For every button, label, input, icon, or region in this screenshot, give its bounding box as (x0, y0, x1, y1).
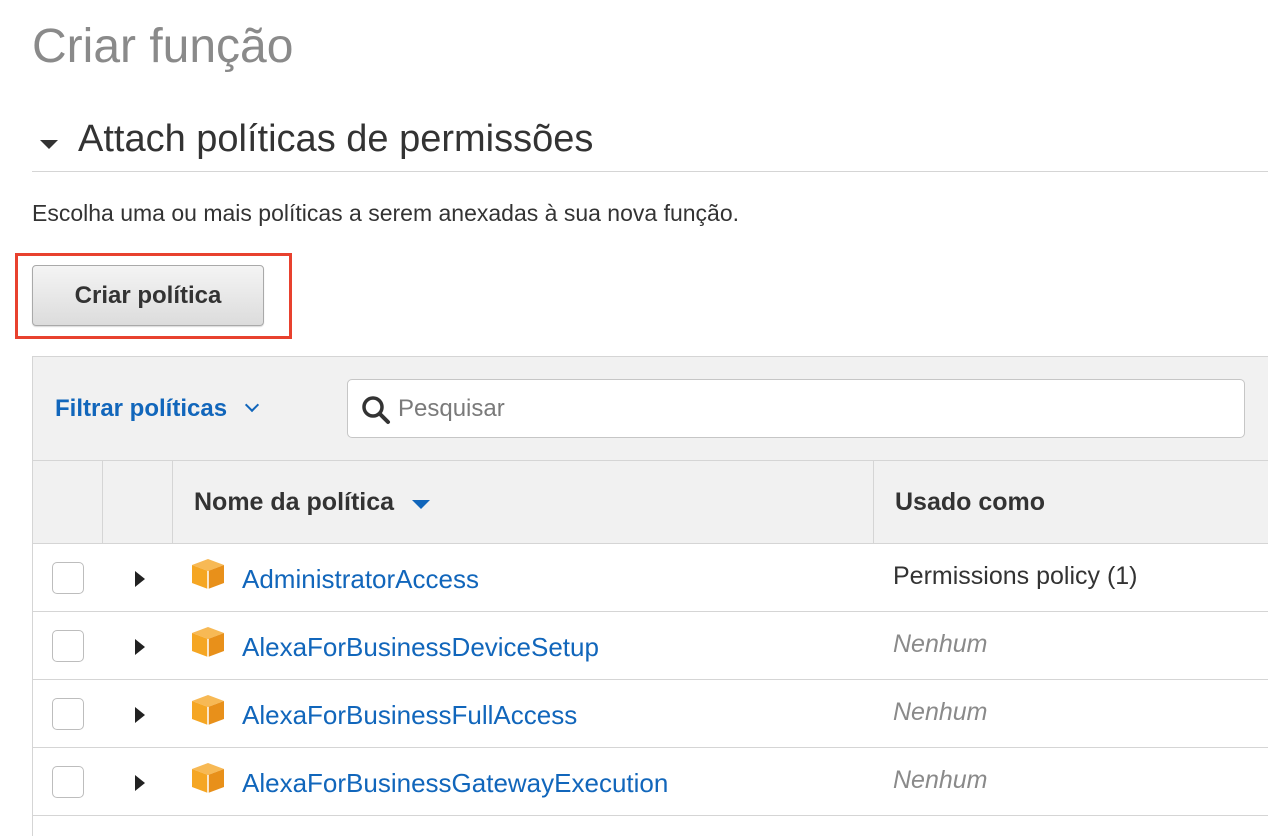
used-as-value: Nenhum (893, 630, 988, 658)
column-header-used-as[interactable]: Usado como (895, 488, 1045, 517)
section-title: Attach políticas de permissões (78, 118, 594, 160)
search-box (347, 379, 1245, 438)
table-row: AlexaForBusinessDeviceSetup Nenhum (33, 612, 1268, 680)
header-expand-cell (103, 461, 173, 544)
policy-name-link[interactable]: AdministratorAccess (242, 564, 479, 595)
section-description: Escolha uma ou mais políticas a serem an… (32, 200, 740, 226)
policy-box-icon (191, 762, 225, 794)
sort-down-icon (412, 500, 431, 509)
header-used-as: Usado como (874, 461, 1268, 544)
search-icon (362, 396, 390, 424)
table-row: AlexaForBusinessFullAccess Nenhum (33, 680, 1268, 748)
row-checkbox[interactable] (52, 630, 84, 662)
expand-icon[interactable] (135, 639, 145, 655)
caret-down-icon[interactable] (40, 140, 58, 149)
table-row: AlexaForBusinessGatewayExecution Nenhum (33, 748, 1268, 816)
row-checkbox[interactable] (52, 766, 84, 798)
header-select-cell (33, 461, 103, 544)
chevron-down-icon (244, 397, 260, 413)
policy-name-link[interactable]: AlexaForBusinessDeviceSetup (242, 632, 599, 663)
filter-policies-dropdown[interactable]: Filtrar políticas (55, 395, 260, 423)
expand-icon[interactable] (135, 571, 145, 587)
search-input[interactable] (398, 380, 1228, 437)
used-as-value: Nenhum (893, 766, 988, 794)
create-policy-button[interactable]: Criar política (32, 265, 264, 326)
policy-box-icon (191, 558, 225, 590)
expand-icon[interactable] (135, 775, 145, 791)
page-title: Criar função (32, 20, 294, 73)
used-as-value: Nenhum (893, 698, 988, 726)
filter-policies-label: Filtrar políticas (55, 395, 228, 422)
policy-name-link[interactable]: AlexaForBusinessGatewayExecution (242, 768, 668, 799)
policy-name-sort[interactable]: Nome da política (194, 488, 431, 517)
policy-box-icon (191, 694, 225, 726)
filter-bar: Filtrar políticas (33, 357, 1268, 461)
section-header[interactable]: Attach políticas de permissões (32, 112, 1268, 172)
table-row: AdministratorAccess Permissions policy (1… (33, 544, 1268, 612)
policy-box-icon (191, 626, 225, 658)
table-header-row: Nome da política Usado como (33, 461, 1268, 544)
header-policy-name: Nome da política (173, 461, 874, 544)
row-checkbox[interactable] (52, 562, 84, 594)
used-as-value: Permissions policy (1) (893, 562, 1138, 590)
column-header-policy-name: Nome da política (194, 488, 395, 516)
policies-table: Filtrar políticas Nome da política (32, 356, 1268, 836)
page: Criar função Attach políticas de permiss… (0, 0, 1268, 836)
expand-icon[interactable] (135, 707, 145, 723)
policy-name-link[interactable]: AlexaForBusinessFullAccess (242, 700, 577, 731)
row-checkbox[interactable] (52, 698, 84, 730)
